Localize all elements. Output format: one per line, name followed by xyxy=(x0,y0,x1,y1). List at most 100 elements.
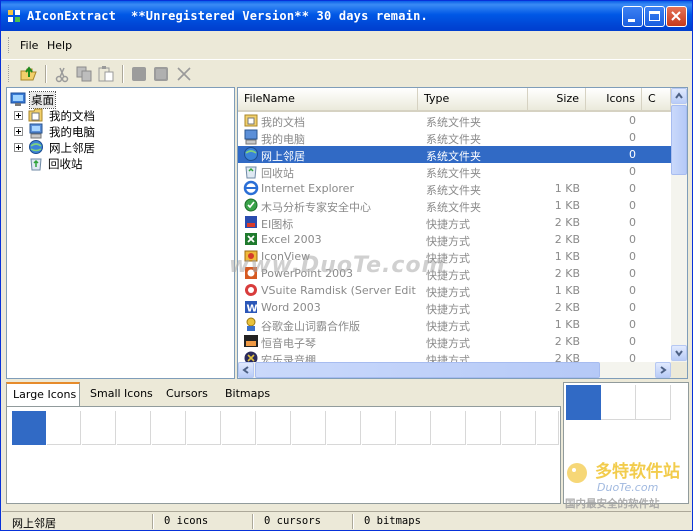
tree-item-my-computer[interactable]: 我的电脑 xyxy=(14,123,134,139)
table-row[interactable]: Internet Explorer 系统文件夹 1 KB 0 xyxy=(238,180,671,197)
column-c[interactable]: C xyxy=(642,88,671,110)
cell-filename: Internet Explorer xyxy=(261,182,354,195)
expand-icon[interactable] xyxy=(14,143,23,152)
minimize-button[interactable] xyxy=(622,6,643,27)
cell-type: 快捷方式 xyxy=(426,337,470,350)
icon-cell[interactable] xyxy=(117,411,151,445)
vertical-scroll-thumb[interactable] xyxy=(671,105,687,175)
menu-help[interactable]: Help xyxy=(47,39,72,52)
tab-small-icons[interactable]: Small Icons xyxy=(84,383,159,405)
cell-type: 系统文件夹 xyxy=(426,150,481,163)
tree-item-recycle-bin[interactable]: 回收站 xyxy=(28,155,138,171)
scroll-left-button[interactable] xyxy=(238,362,254,378)
icon-cell[interactable] xyxy=(467,411,501,445)
cell-filename: 回收站 xyxy=(261,167,294,180)
close-button[interactable] xyxy=(666,6,687,27)
tab-bitmaps[interactable]: Bitmaps xyxy=(219,383,276,405)
cell-filename: 木马分析专家安全中心 xyxy=(261,201,371,214)
table-row[interactable]: W Word 2003 快捷方式 2 KB 0 xyxy=(238,299,671,316)
icon-cell[interactable] xyxy=(432,411,466,445)
table-row[interactable]: 回收站 系统文件夹 0 xyxy=(238,163,671,180)
logo-line2: DuoTe.com xyxy=(597,481,658,494)
icon-cell[interactable] xyxy=(152,411,186,445)
table-row[interactable]: 谷歌金山词霸合作版 快捷方式 1 KB 0 xyxy=(238,316,671,333)
table-row[interactable]: 我的文档 系统文件夹 0 xyxy=(238,112,671,129)
file-list[interactable]: FileName Type Size Icons C 我的文档 系统文件夹 0 我的电… xyxy=(237,87,688,379)
preview-cell[interactable] xyxy=(566,385,601,420)
expand-icon[interactable] xyxy=(14,111,23,120)
save-all-icon[interactable] xyxy=(152,65,170,83)
open-folder-icon[interactable] xyxy=(20,65,38,83)
icon-tabs: Large Icons Small Icons Cursors Bitmaps xyxy=(6,382,561,504)
table-row[interactable]: VSuite Ramdisk (Server Edition) 快捷方式 1 KB 0 xyxy=(238,282,671,299)
folder-tree[interactable]: 桌面 我的文档 我的电脑 网上邻居 回收站 xyxy=(6,87,235,379)
cell-size: 1 KB xyxy=(554,182,580,195)
tree-item-my-documents[interactable]: 我的文档 xyxy=(14,107,134,123)
icon-cell[interactable] xyxy=(292,411,326,445)
delete-icon[interactable] xyxy=(175,65,193,83)
cell-icons: 0 xyxy=(629,301,636,314)
arrow-down-icon xyxy=(675,350,683,357)
table-row[interactable]: Excel 2003 快捷方式 2 KB 0 xyxy=(238,231,671,248)
vertical-scrollbar[interactable] xyxy=(671,88,687,362)
save-icon[interactable] xyxy=(130,65,148,83)
toolbar-grip[interactable] xyxy=(8,65,12,82)
icon-cell[interactable] xyxy=(502,411,536,445)
column-size[interactable]: Size xyxy=(528,88,586,110)
cut-icon[interactable] xyxy=(53,65,71,83)
tab-large-icons[interactable]: Large Icons xyxy=(6,382,80,407)
status-location: 网上邻居 xyxy=(12,517,56,530)
icon-cell[interactable] xyxy=(257,411,291,445)
icon-cell[interactable] xyxy=(327,411,361,445)
table-row[interactable]: 木马分析专家安全中心 系统文件夹 1 KB 0 xyxy=(238,197,671,214)
expand-icon[interactable] xyxy=(14,127,23,136)
menu-file[interactable]: File xyxy=(20,39,38,52)
icon-cell[interactable] xyxy=(187,411,221,445)
menu-grip[interactable] xyxy=(8,37,12,53)
cell-icons: 0 xyxy=(629,114,636,127)
cell-size: 1 KB xyxy=(554,284,580,297)
column-icons[interactable]: Icons xyxy=(586,88,642,110)
tree-item-network-places[interactable]: 网上邻居 xyxy=(14,139,134,155)
cell-type: 系统文件夹 xyxy=(426,116,481,129)
status-divider xyxy=(152,514,154,529)
icon-grid[interactable] xyxy=(6,406,561,504)
table-row[interactable]: 网上邻居 系统文件夹 0 xyxy=(238,146,671,163)
icon-cell[interactable] xyxy=(82,411,116,445)
paste-icon[interactable] xyxy=(97,65,115,83)
tree-item-label: 网上邻居 xyxy=(49,141,95,155)
duote-logo: 多特软件站 DuoTe.com 国内最安全的软件站 xyxy=(565,461,680,510)
preview-cell[interactable] xyxy=(636,385,671,420)
app-window: AIconExtract **Unregistered Version** 30… xyxy=(0,0,693,531)
scroll-right-button[interactable] xyxy=(655,362,671,378)
cell-icons: 0 xyxy=(629,216,636,229)
scroll-down-button[interactable] xyxy=(671,345,687,361)
column-type[interactable]: Type xyxy=(418,88,528,110)
file-type-icon: W xyxy=(245,301,258,315)
icon-cell[interactable] xyxy=(397,411,431,445)
table-row[interactable]: 恒音电子琴 快捷方式 2 KB 0 xyxy=(238,333,671,350)
file-type-icon xyxy=(245,233,257,245)
table-row[interactable]: 我的电脑 系统文件夹 0 xyxy=(238,129,671,146)
maximize-button[interactable] xyxy=(644,6,665,27)
column-filename[interactable]: FileName xyxy=(238,88,418,110)
copy-icon[interactable] xyxy=(75,65,93,83)
tree-item-label: 我的文档 xyxy=(49,109,95,123)
toolbar-separator xyxy=(45,65,47,83)
icon-cell[interactable] xyxy=(222,411,256,445)
tree-item-desktop[interactable]: 桌面 xyxy=(10,91,130,109)
icon-cell[interactable] xyxy=(537,411,559,445)
file-type-icon xyxy=(246,317,256,331)
tab-cursors[interactable]: Cursors xyxy=(160,383,214,405)
icon-cell[interactable] xyxy=(47,411,81,445)
icon-cell[interactable] xyxy=(362,411,396,445)
icon-cell[interactable] xyxy=(12,411,46,445)
table-row[interactable]: EI图标 快捷方式 2 KB 0 xyxy=(238,214,671,231)
horizontal-scrollbar[interactable] xyxy=(238,362,671,378)
cell-type: 系统文件夹 xyxy=(426,167,481,180)
horizontal-scroll-thumb[interactable] xyxy=(255,362,600,378)
arrow-up-icon xyxy=(675,92,683,99)
preview-cell[interactable] xyxy=(601,385,636,420)
scroll-up-button[interactable] xyxy=(671,88,687,104)
title-bar[interactable]: AIconExtract **Unregistered Version** 30… xyxy=(1,1,692,31)
